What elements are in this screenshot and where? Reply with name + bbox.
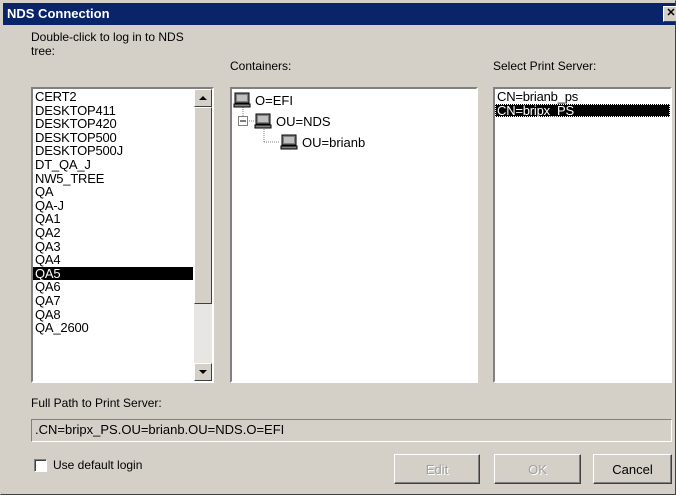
list-item[interactable]: DT_QA_J — [33, 158, 193, 172]
list-item[interactable]: DESKTOP500J — [33, 144, 193, 158]
list-item[interactable]: QA2 — [33, 226, 193, 240]
list-item[interactable]: QA_2600 — [33, 321, 193, 335]
list-item[interactable]: QA7 — [33, 294, 193, 308]
print-server-label: Select Print Server: — [493, 59, 597, 73]
list-item[interactable]: QA4 — [33, 253, 193, 267]
tree-list-items: CERT2 DESKTOP411 DESKTOP420 DESKTOP500 DESKT… — [33, 89, 193, 335]
list-item[interactable]: CN=bripx_PS — [495, 103, 670, 118]
list-item[interactable]: NW5_TREE — [33, 171, 193, 186]
scroll-down-icon — [199, 370, 207, 374]
cancel-button[interactable]: Cancel — [593, 454, 672, 484]
list-item[interactable]: QA-J — [33, 198, 193, 213]
list-item[interactable]: CERT2 — [33, 90, 193, 104]
list-item[interactable]: QA — [33, 185, 193, 199]
print-server-list[interactable]: CN=brianb_ps CN=bripx_PS — [493, 87, 672, 383]
computer-icon — [254, 113, 272, 129]
edit-button[interactable]: Edit — [394, 454, 480, 484]
window-title: NDS Connection — [7, 6, 110, 21]
scroll-thumb[interactable] — [194, 107, 212, 304]
scroll-up-icon — [199, 96, 207, 100]
tree-node-label: OU=brianb — [302, 134, 366, 150]
list-item[interactable]: QA5 — [33, 266, 193, 281]
computer-icon — [280, 134, 298, 150]
print-server-items: CN=brianb_ps CN=bripx_PS — [495, 89, 670, 118]
full-path-label: Full Path to Print Server: — [31, 396, 162, 410]
list-item[interactable]: CN=brianb_ps — [495, 90, 670, 104]
ok-button[interactable]: OK — [494, 454, 581, 484]
list-item[interactable]: DESKTOP420 — [33, 117, 193, 131]
list-item[interactable]: DESKTOP500 — [33, 130, 193, 145]
tree-list-scrollbar[interactable] — [194, 89, 212, 381]
containers-tree[interactable]: O=EFI OU=NDS OU=brianb — [230, 87, 478, 383]
use-default-login-checkbox[interactable] — [34, 459, 47, 472]
list-item[interactable]: QA1 — [33, 212, 193, 226]
full-path-field: .CN=bripx_PS.OU=brianb.OU=NDS.O=EFI — [31, 419, 672, 442]
scroll-up-button[interactable] — [194, 89, 212, 107]
tree-node-label: O=EFI — [255, 92, 293, 108]
use-default-login-label[interactable]: Use default login — [53, 458, 142, 472]
nds-connection-dialog: NDS Connection ✕ Double-click to log in … — [0, 0, 676, 495]
list-item[interactable]: DESKTOP411 — [33, 103, 193, 118]
close-icon[interactable]: ✕ — [663, 6, 676, 22]
list-item[interactable]: QA3 — [33, 239, 193, 254]
tree-node-label: OU=NDS — [276, 113, 331, 129]
list-item[interactable]: QA8 — [33, 307, 193, 322]
tree-list-label: Double-click to log in to NDS tree: — [31, 30, 184, 58]
tree-node-o-efi[interactable]: O=EFI — [233, 92, 293, 108]
list-item[interactable]: QA6 — [33, 280, 193, 294]
scroll-down-button[interactable] — [194, 363, 212, 381]
nds-tree-list[interactable]: CERT2 DESKTOP411 DESKTOP420 DESKTOP500 DESKT… — [31, 87, 214, 383]
tree-node-ou-nds[interactable]: OU=NDS — [254, 113, 331, 129]
tree-node-ou-brianb[interactable]: OU=brianb — [280, 134, 365, 150]
containers-label: Containers: — [230, 59, 292, 73]
title-bar[interactable]: NDS Connection ✕ — [3, 3, 676, 25]
computer-icon — [233, 92, 251, 108]
